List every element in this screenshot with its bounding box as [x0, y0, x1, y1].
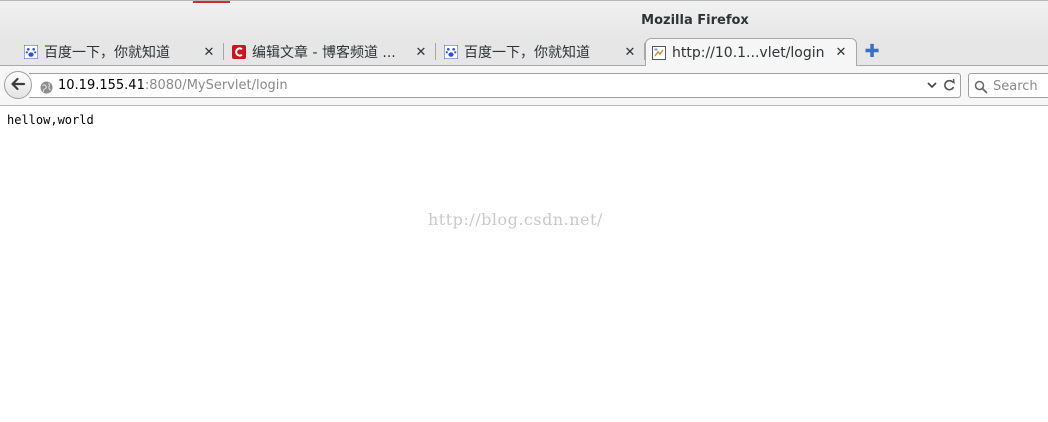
reload-icon[interactable] — [942, 77, 956, 93]
back-arrow-icon — [10, 76, 26, 95]
baidu-paw-icon — [24, 45, 38, 59]
tab-baidu-1[interactable]: 百度一下，你就知道 ✕ — [18, 38, 224, 66]
search-icon — [974, 79, 988, 94]
close-icon[interactable]: ✕ — [834, 45, 848, 60]
tab-strip: 百度一下，你就知道 ✕ 编辑文章 - 博客频道 ... ✕ 百度一下，你就知道 … — [0, 38, 1048, 66]
tab-title: 编辑文章 - 博客频道 ... — [252, 45, 396, 61]
tab-baidu-2[interactable]: 百度一下，你就知道 ✕ — [438, 38, 645, 66]
response-body-text: hellow,world — [7, 113, 94, 127]
url-path: :8080/MyServlet/login — [144, 78, 288, 93]
navigation-toolbar: 10.19.155.41:8080/MyServlet/login Search — [0, 66, 1048, 106]
chevron-down-icon[interactable] — [926, 77, 938, 93]
tab-active-login[interactable]: http://10.1...vlet/login ✕ — [645, 38, 857, 66]
page-icon — [652, 45, 666, 60]
url-host: 10.19.155.41 — [58, 78, 145, 93]
close-icon[interactable]: ✕ — [623, 45, 637, 60]
window-title: Mozilla Firefox — [641, 13, 749, 28]
close-icon[interactable]: ✕ — [414, 45, 428, 60]
search-bar[interactable]: Search — [968, 73, 1048, 98]
tab-title: 百度一下，你就知道 — [44, 45, 170, 61]
tab-title: http://10.1...vlet/login — [672, 44, 825, 61]
tab-csdn-edit[interactable]: 编辑文章 - 博客频道 ... ✕ — [226, 38, 436, 66]
search-placeholder: Search — [993, 79, 1038, 94]
back-button[interactable] — [4, 71, 32, 99]
titlebar-accent — [193, 1, 230, 3]
csdn-c-icon — [232, 45, 246, 59]
page-content: hellow,world http://blog.csdn.net/ — [0, 106, 1048, 422]
watermark-text: http://blog.csdn.net/ — [428, 210, 603, 229]
new-tab-plus-icon[interactable]: ✚ — [864, 43, 880, 61]
baidu-paw-icon — [444, 45, 458, 59]
tab-title: 百度一下，你就知道 — [464, 45, 590, 61]
close-icon[interactable]: ✕ — [202, 45, 216, 60]
url-bar[interactable]: 10.19.155.41:8080/MyServlet/login — [29, 73, 961, 98]
url-text[interactable]: 10.19.155.41:8080/MyServlet/login — [58, 78, 288, 93]
window-titlebar: Mozilla Firefox — [0, 0, 1048, 38]
globe-icon — [40, 79, 53, 94]
